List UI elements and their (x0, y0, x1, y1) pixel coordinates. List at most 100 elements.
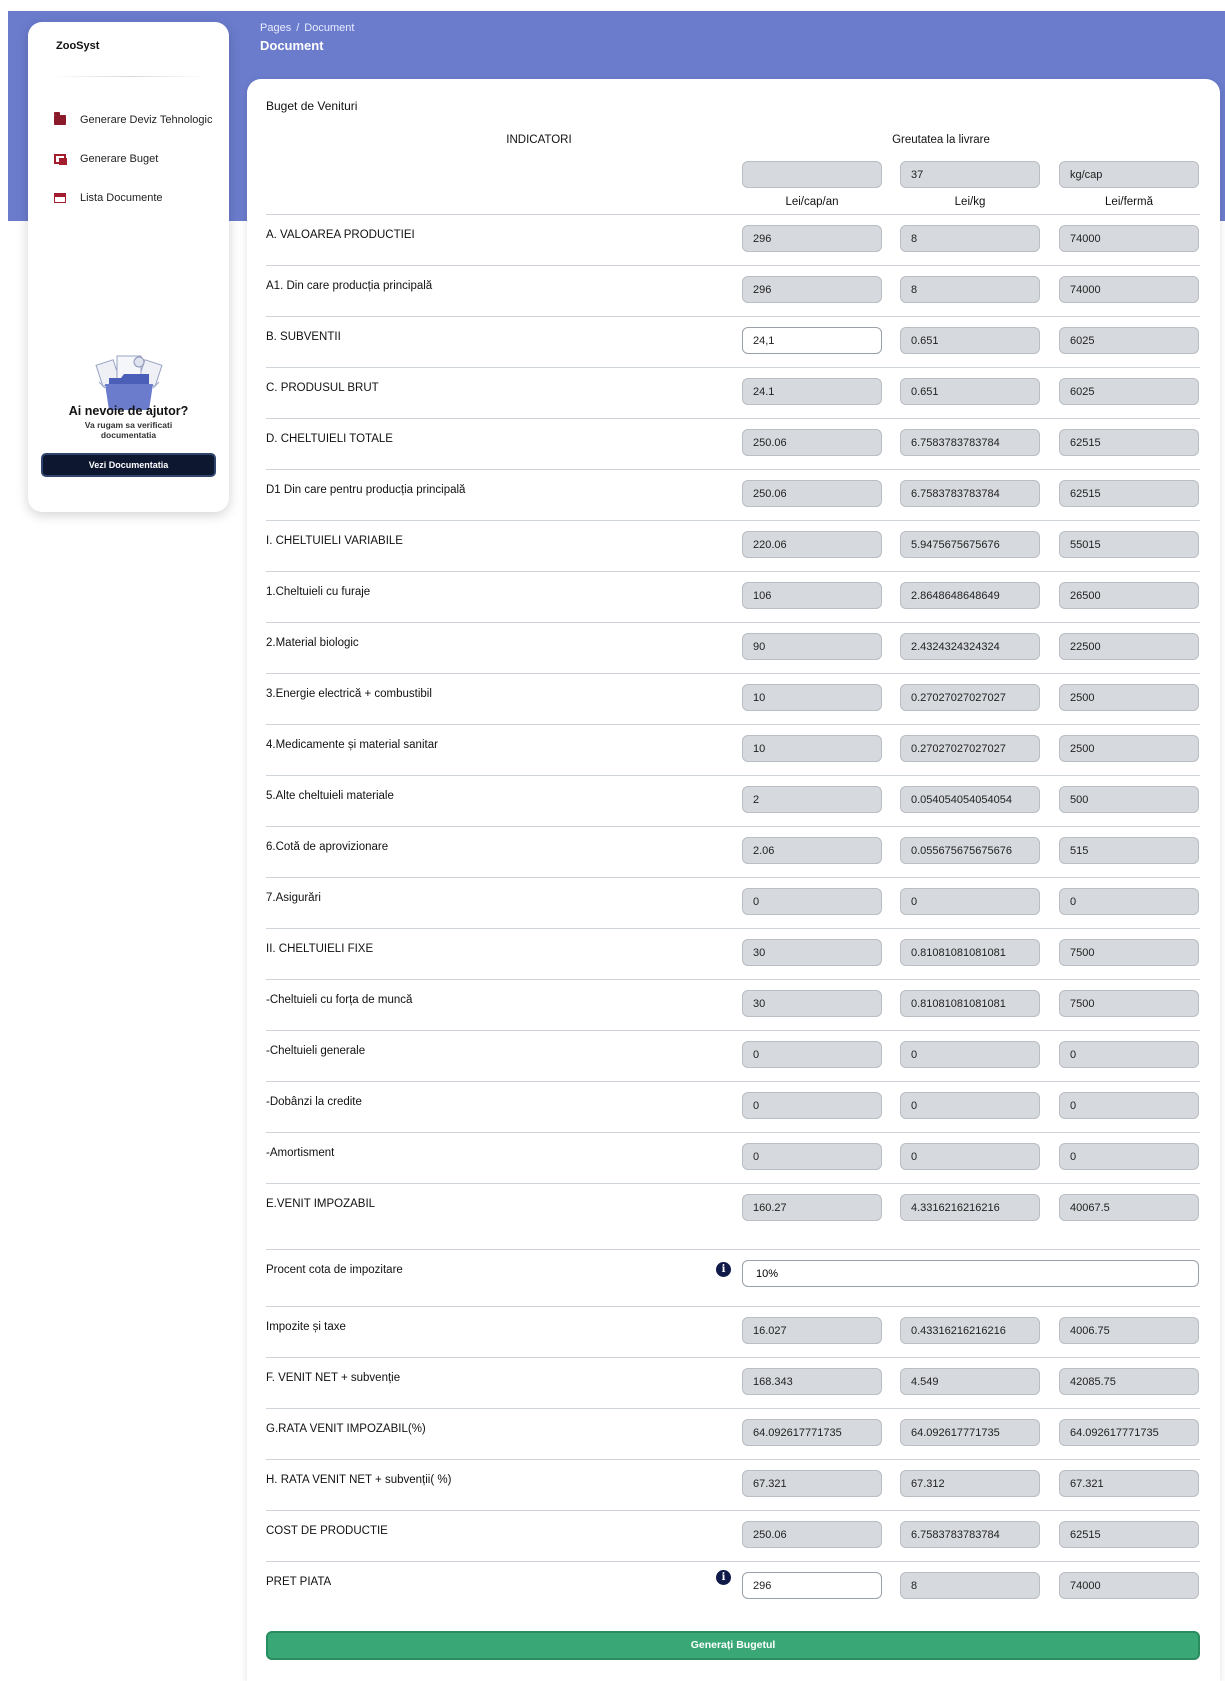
row-value-field[interactable] (900, 1041, 1040, 1068)
row-value-field[interactable] (1059, 1194, 1199, 1221)
documentation-button[interactable]: Vezi Documentatia (41, 453, 216, 477)
help-subtitle: Va rugam sa verificati documentatia (84, 420, 173, 440)
weight-input-unit[interactable] (1059, 161, 1199, 188)
row-value-field[interactable] (742, 1194, 882, 1221)
row-value-field[interactable] (900, 1143, 1040, 1170)
row-value-field[interactable] (900, 1521, 1040, 1548)
row-value-field[interactable] (900, 225, 1040, 252)
row-value-field[interactable] (742, 276, 882, 303)
row-value-field[interactable] (742, 1572, 882, 1599)
sidebar-item-generare-buget[interactable]: Generare Buget (54, 148, 158, 170)
row-value-field[interactable] (900, 735, 1040, 762)
row-value-field[interactable] (900, 531, 1040, 558)
row-divider (266, 622, 1200, 623)
row-value-field[interactable] (900, 582, 1040, 609)
row-value-field[interactable] (742, 1041, 882, 1068)
row-value-field[interactable] (742, 1092, 882, 1119)
row-value-field[interactable] (1059, 480, 1199, 507)
row-value-field[interactable] (742, 1470, 882, 1497)
row-value-field[interactable] (1059, 378, 1199, 405)
row-value-field[interactable] (900, 327, 1040, 354)
row-value-field[interactable] (1059, 582, 1199, 609)
row-value-field[interactable] (742, 1143, 882, 1170)
sidebar-item-label: Generare Deviz Tehnologic (80, 114, 213, 126)
row-divider (266, 520, 1200, 521)
row-value-field[interactable] (900, 633, 1040, 660)
row-value-field[interactable] (900, 1194, 1040, 1221)
tax-percent-input[interactable] (742, 1260, 1199, 1287)
row-value-field[interactable] (900, 990, 1040, 1017)
row-value-field[interactable] (742, 990, 882, 1017)
row-value-field[interactable] (900, 684, 1040, 711)
row-value-field[interactable] (900, 1092, 1040, 1119)
row-value-field[interactable] (1059, 1368, 1199, 1395)
row-value-field[interactable] (1059, 225, 1199, 252)
row-value-field[interactable] (1059, 837, 1199, 864)
row-label: 3.Energie electrică + combustibil (266, 688, 432, 700)
row-value-field[interactable] (1059, 1041, 1199, 1068)
row-value-field[interactable] (742, 480, 882, 507)
row-value-field[interactable] (1059, 1470, 1199, 1497)
brand-logo[interactable]: ZooSyst (56, 40, 99, 52)
row-label: II. CHELTUIELI FIXE (266, 943, 374, 955)
row-value-field[interactable] (1059, 1419, 1199, 1446)
row-value-field[interactable] (900, 837, 1040, 864)
row-value-field[interactable] (1059, 327, 1199, 354)
row-value-field[interactable] (742, 939, 882, 966)
row-value-field[interactable] (1059, 735, 1199, 762)
sidebar-item-lista-documente[interactable]: Lista Documente (54, 187, 163, 209)
row-value-field[interactable] (900, 480, 1040, 507)
row-value-field[interactable] (900, 1368, 1040, 1395)
row-value-field[interactable] (742, 1368, 882, 1395)
row-value-field[interactable] (742, 633, 882, 660)
row-value-field[interactable] (1059, 1521, 1199, 1548)
row-value-field[interactable] (900, 1470, 1040, 1497)
row-value-field[interactable] (900, 1419, 1040, 1446)
generate-budget-button[interactable]: Generați Bugetul (266, 1631, 1200, 1660)
row-value-field[interactable] (742, 531, 882, 558)
row-value-field[interactable] (742, 582, 882, 609)
row-value-field[interactable] (742, 1317, 882, 1344)
row-value-field[interactable] (900, 1317, 1040, 1344)
row-value-field[interactable] (1059, 1092, 1199, 1119)
row-value-field[interactable] (742, 1419, 882, 1446)
row-value-field[interactable] (1059, 1317, 1199, 1344)
row-value-field[interactable] (1059, 276, 1199, 303)
row-divider (266, 877, 1200, 878)
breadcrumb-root[interactable]: Pages (260, 22, 291, 34)
row-value-field[interactable] (900, 1572, 1040, 1599)
row-value-field[interactable] (742, 735, 882, 762)
row-value-field[interactable] (742, 225, 882, 252)
row-value-field[interactable] (742, 1521, 882, 1548)
row-value-field[interactable] (1059, 888, 1199, 915)
row-value-field[interactable] (900, 276, 1040, 303)
row-value-field[interactable] (900, 378, 1040, 405)
info-icon[interactable]: i (716, 1262, 731, 1277)
row-label: F. VENIT NET + subvenție (266, 1372, 401, 1384)
weight-input-empty[interactable] (742, 161, 882, 188)
row-value-field[interactable] (1059, 429, 1199, 456)
row-value-field[interactable] (742, 786, 882, 813)
row-value-field[interactable] (900, 786, 1040, 813)
row-value-field[interactable] (900, 939, 1040, 966)
row-value-field[interactable] (742, 429, 882, 456)
info-icon[interactable]: i (716, 1570, 731, 1585)
row-value-field[interactable] (900, 888, 1040, 915)
row-value-field[interactable] (1059, 990, 1199, 1017)
row-value-field[interactable] (1059, 939, 1199, 966)
row-value-field[interactable] (1059, 786, 1199, 813)
sidebar-item-generare-deviz[interactable]: Generare Deviz Tehnologic (54, 109, 212, 131)
calendar-icon (54, 193, 66, 203)
row-value-field[interactable] (1059, 1572, 1199, 1599)
weight-input-value[interactable] (900, 161, 1040, 188)
row-value-field[interactable] (742, 684, 882, 711)
row-value-field[interactable] (742, 327, 882, 354)
row-value-field[interactable] (742, 888, 882, 915)
row-value-field[interactable] (900, 429, 1040, 456)
row-value-field[interactable] (742, 378, 882, 405)
row-value-field[interactable] (742, 837, 882, 864)
row-value-field[interactable] (1059, 531, 1199, 558)
row-value-field[interactable] (1059, 1143, 1199, 1170)
row-value-field[interactable] (1059, 633, 1199, 660)
row-value-field[interactable] (1059, 684, 1199, 711)
